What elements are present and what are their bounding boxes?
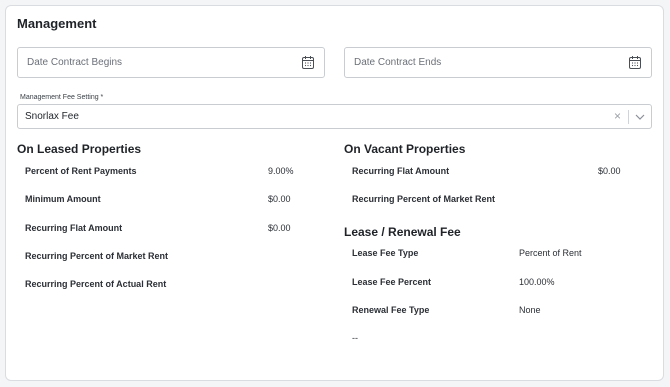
management-card: Management Date Contract Begins Date Con… — [5, 5, 664, 381]
lease-renewal-label: Lease Fee Type — [352, 248, 419, 258]
clear-icon[interactable]: × — [614, 110, 621, 122]
lease-renewal-value: 100.00% — [519, 277, 555, 287]
leased-label: Recurring Flat Amount — [25, 223, 123, 233]
fee-setting-value: Snorlax Fee — [25, 111, 79, 122]
lease-renewal-heading: Lease / Renewal Fee — [344, 225, 461, 239]
lease-renewal-label: Renewal Fee Type — [352, 305, 430, 315]
leased-heading: On Leased Properties — [17, 142, 142, 156]
leased-value: $0.00 — [268, 194, 291, 204]
calendar-icon[interactable] — [302, 56, 314, 69]
select-divider — [628, 110, 629, 124]
lease-renewal-footer: -- — [352, 333, 358, 343]
vacant-label: Recurring Flat Amount — [352, 166, 450, 176]
calendar-icon[interactable] — [629, 56, 641, 69]
fee-setting-select[interactable]: Snorlax Fee × — [17, 104, 652, 129]
leased-value: $0.00 — [268, 223, 291, 233]
date-begin-placeholder: Date Contract Begins — [27, 57, 123, 68]
date-contract-ends-field[interactable]: Date Contract Ends — [344, 47, 652, 78]
leased-value: 9.00% — [268, 166, 294, 176]
leased-label: Minimum Amount — [25, 194, 101, 204]
leased-label: Recurring Percent of Actual Rent — [25, 279, 167, 289]
vacant-value: $0.00 — [598, 166, 621, 176]
vacant-label: Recurring Percent of Market Rent — [352, 194, 496, 204]
lease-renewal-value: None — [519, 305, 541, 315]
date-contract-begins-field[interactable]: Date Contract Begins — [17, 47, 325, 78]
fee-setting-label: Management Fee Setting * — [20, 94, 104, 101]
leased-label: Percent of Rent Payments — [25, 166, 137, 176]
lease-renewal-label: Lease Fee Percent — [352, 277, 432, 287]
section-title: Management — [17, 16, 97, 31]
vacant-heading: On Vacant Properties — [344, 142, 466, 156]
leased-label: Recurring Percent of Market Rent — [25, 251, 169, 261]
lease-renewal-value: Percent of Rent — [519, 248, 582, 258]
date-end-placeholder: Date Contract Ends — [354, 57, 442, 68]
chevron-down-icon[interactable] — [635, 113, 645, 121]
